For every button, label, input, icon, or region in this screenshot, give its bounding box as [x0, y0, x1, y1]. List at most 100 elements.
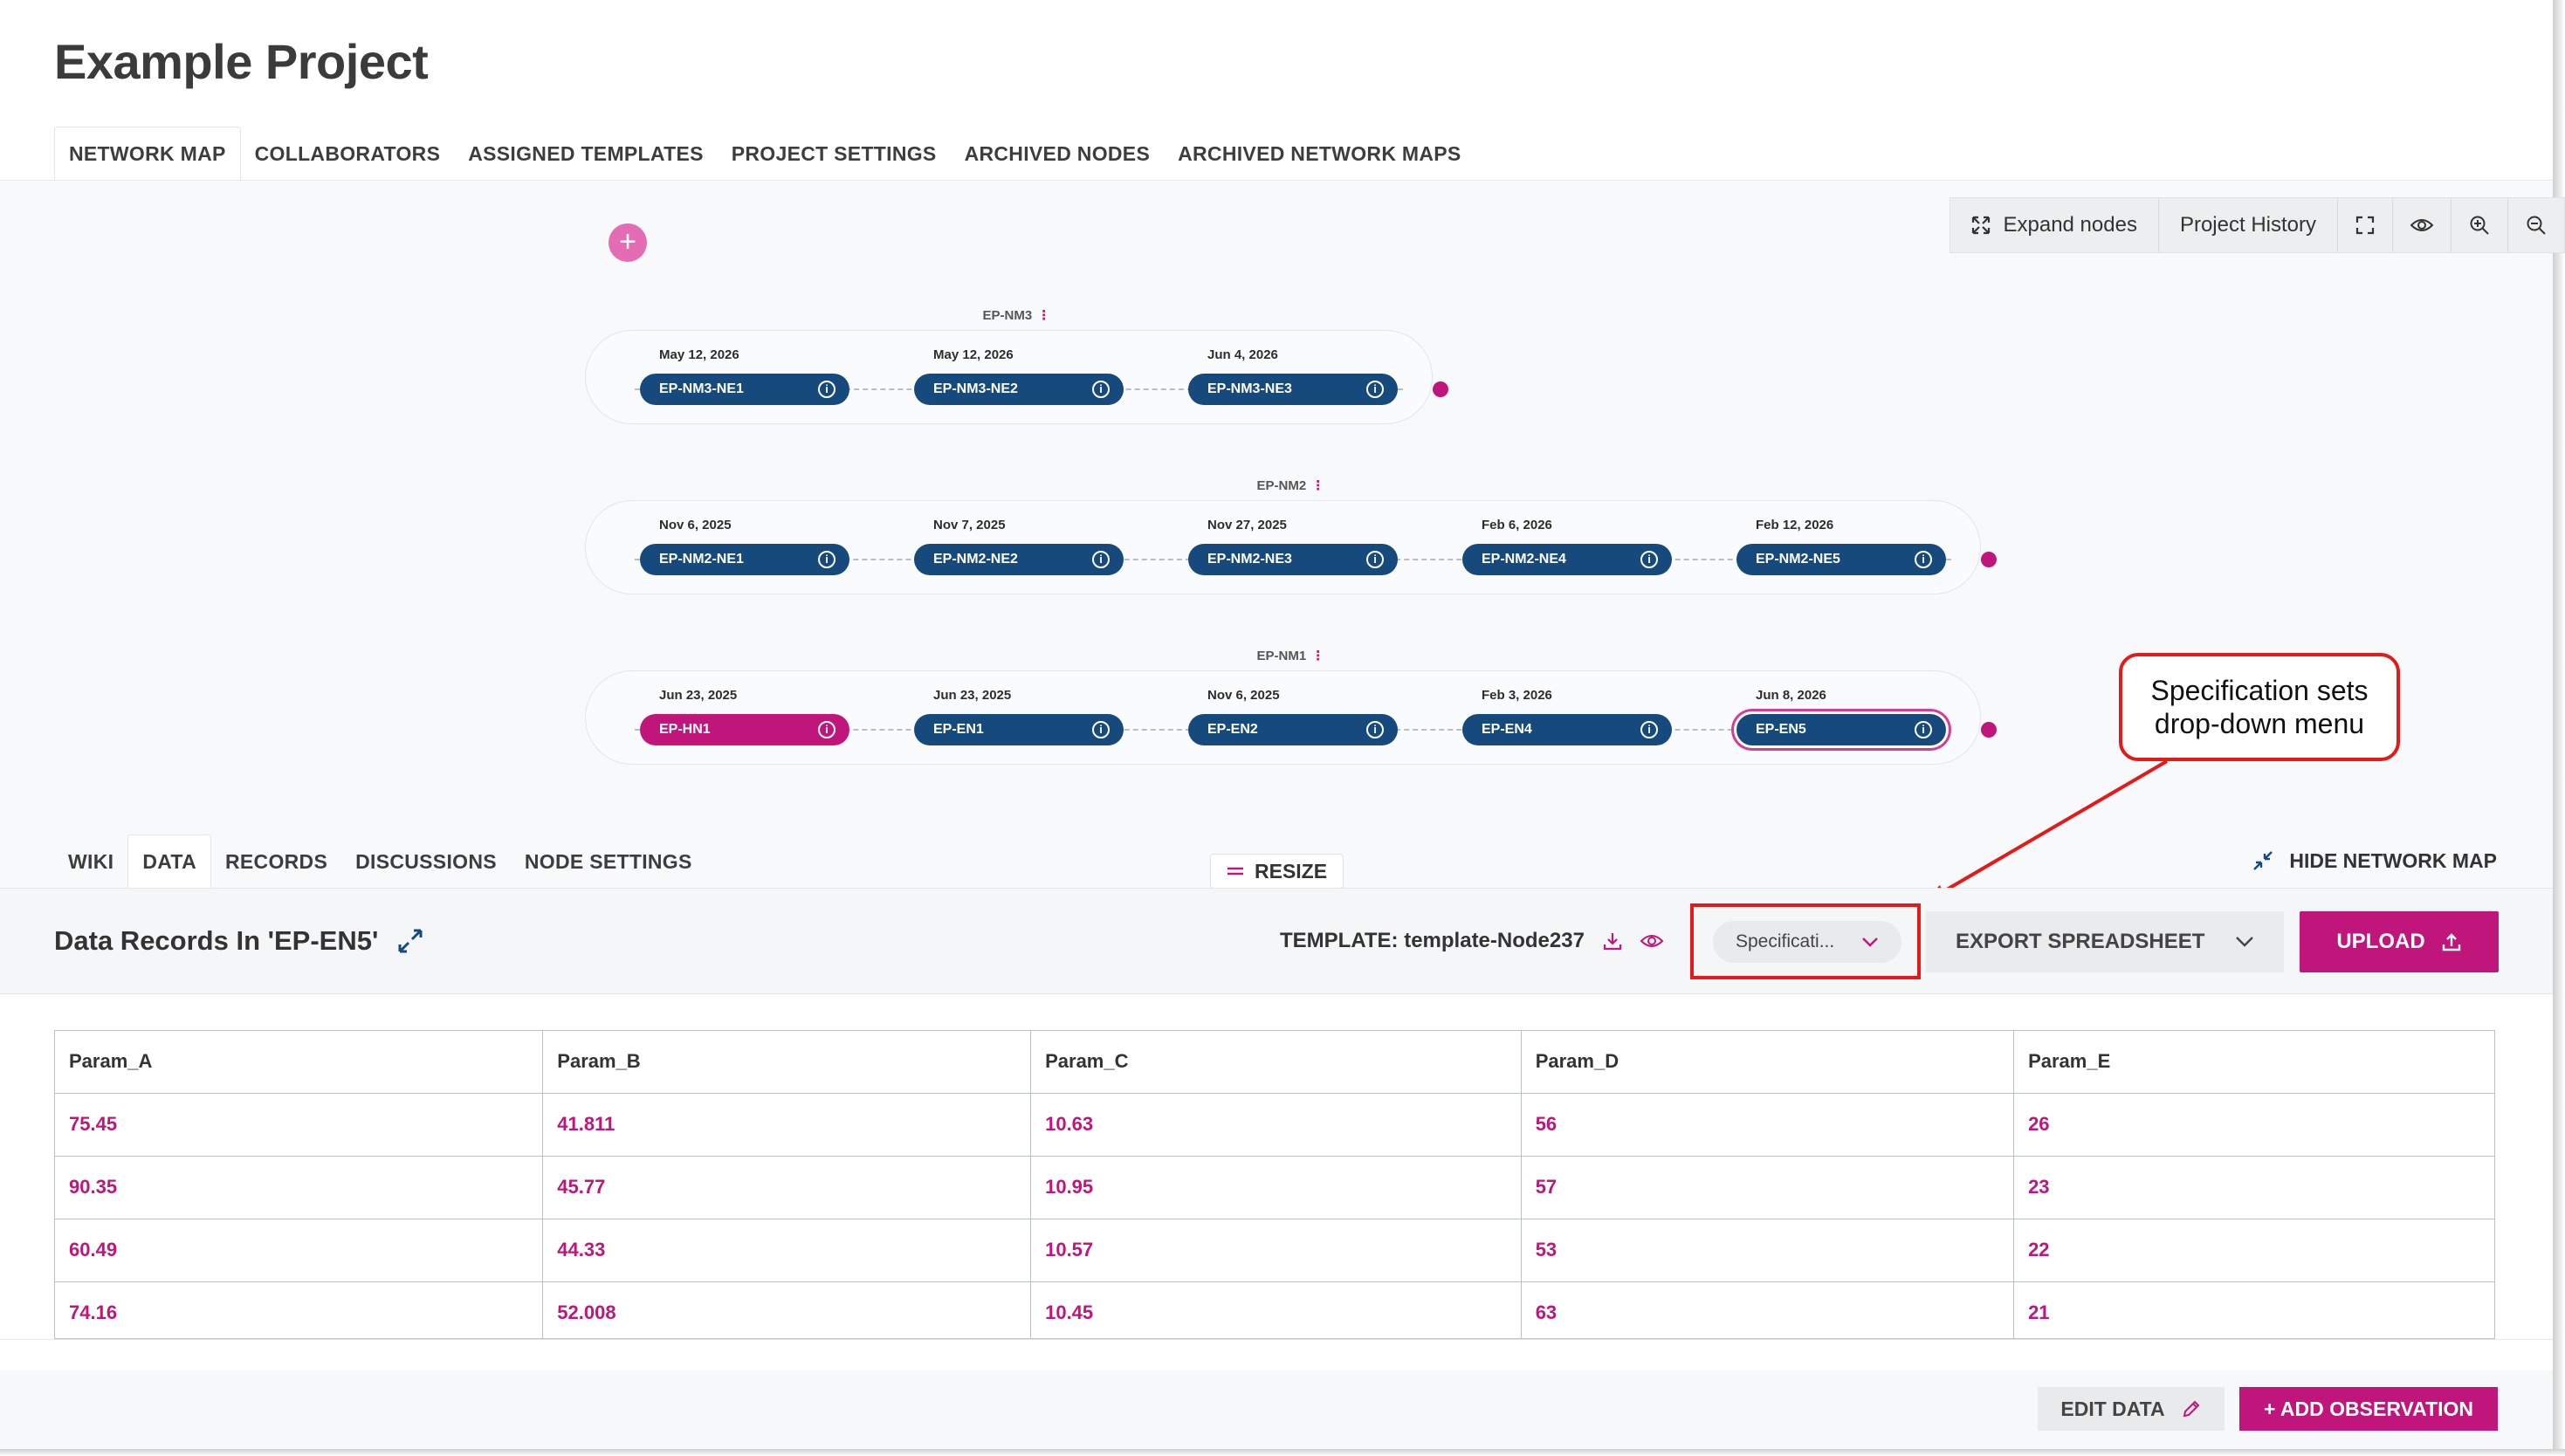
node-date: May 12, 2026: [933, 347, 1014, 362]
zoom-out-button[interactable]: [2508, 198, 2564, 252]
table-cell[interactable]: 90.35: [55, 1156, 544, 1219]
expand-icon: [1972, 216, 1991, 235]
zoom-in-button[interactable]: [2452, 198, 2508, 252]
info-icon[interactable]: i: [1915, 551, 1932, 568]
node-ep-en1[interactable]: EP-EN1 i: [914, 714, 1124, 745]
network-map-end-dot[interactable]: [1433, 381, 1448, 397]
info-icon[interactable]: i: [1366, 551, 1384, 568]
upload-button[interactable]: UPLOAD: [2300, 911, 2499, 972]
table-cell[interactable]: 63: [1521, 1281, 2015, 1338]
info-icon[interactable]: i: [818, 721, 836, 738]
table-cell[interactable]: 53: [1521, 1219, 2015, 1282]
tab-records[interactable]: RECORDS: [211, 834, 341, 889]
tab-node-settings[interactable]: NODE SETTINGS: [511, 834, 706, 889]
table-cell[interactable]: 10.63: [1030, 1093, 1522, 1157]
table-cell[interactable]: 21: [2013, 1281, 2494, 1338]
network-map-label[interactable]: EP-NM1 ⋮: [1257, 648, 1325, 663]
expand-icon[interactable]: [397, 928, 423, 954]
node-name: EP-EN4: [1482, 722, 1532, 737]
node-ep-en4[interactable]: EP-EN4 i: [1462, 714, 1672, 745]
add-observation-button[interactable]: + ADD OBSERVATION: [2239, 1387, 2498, 1431]
node-name: EP-NM3-NE2: [933, 381, 1018, 396]
table-cell[interactable]: 41.811: [542, 1093, 1032, 1157]
tab-project-settings[interactable]: PROJECT SETTINGS: [718, 127, 951, 181]
column-header[interactable]: Param_C: [1030, 1031, 1522, 1094]
download-icon[interactable]: [1602, 931, 1623, 951]
node-ep-nm3-ne3[interactable]: EP-NM3-NE3 i: [1188, 374, 1398, 405]
node-ep-hn1[interactable]: EP-HN1 i: [640, 714, 849, 745]
export-spreadsheet-button[interactable]: EXPORT SPREADSHEET: [1926, 911, 2284, 972]
project-history-button[interactable]: Project History: [2159, 198, 2338, 252]
info-icon[interactable]: i: [1915, 721, 1932, 738]
node-ep-nm2-ne5[interactable]: EP-NM2-NE5 i: [1736, 544, 1946, 575]
table-cell[interactable]: 56: [1521, 1093, 2015, 1157]
tab-assigned-templates[interactable]: ASSIGNED TEMPLATES: [454, 127, 718, 181]
info-icon[interactable]: i: [818, 381, 836, 398]
tab-collaborators[interactable]: COLLABORATORS: [241, 127, 455, 181]
expand-nodes-button[interactable]: Expand nodes: [1950, 198, 2159, 252]
node-tabs: WIKI DATA RECORDS DISCUSSIONS NODE SETTI…: [54, 834, 706, 889]
node-ep-nm2-ne4[interactable]: EP-NM2-NE4 i: [1462, 544, 1672, 575]
table-row[interactable]: 75.45 41.811 10.63 56 26: [55, 1093, 2494, 1157]
table-cell[interactable]: 44.33: [542, 1219, 1032, 1282]
node-ep-nm3-ne1[interactable]: EP-NM3-NE1 i: [640, 374, 849, 405]
table-row[interactable]: 60.49 44.33 10.57 53 22: [55, 1219, 2494, 1282]
info-icon[interactable]: i: [1640, 721, 1658, 738]
pencil-icon: [2183, 1400, 2200, 1418]
node-ep-nm3-ne2[interactable]: EP-NM3-NE2 i: [914, 374, 1124, 405]
table-cell[interactable]: 23: [2013, 1156, 2494, 1219]
info-icon[interactable]: i: [1640, 551, 1658, 568]
node-ep-nm2-ne2[interactable]: EP-NM2-NE2 i: [914, 544, 1124, 575]
table-cell[interactable]: 60.49: [55, 1219, 544, 1282]
more-options-icon[interactable]: ⋮: [1037, 308, 1050, 323]
tab-network-map[interactable]: NETWORK MAP: [54, 127, 241, 181]
table-cell[interactable]: 74.16: [55, 1281, 544, 1338]
network-map-end-dot[interactable]: [1981, 552, 1997, 567]
column-header[interactable]: Param_D: [1521, 1031, 2015, 1094]
node-ep-nm2-ne1[interactable]: EP-NM2-NE1 i: [640, 544, 849, 575]
column-header[interactable]: Param_A: [55, 1031, 544, 1094]
table-cell[interactable]: 22: [2013, 1219, 2494, 1282]
more-options-icon[interactable]: ⋮: [1311, 478, 1324, 493]
table-cell[interactable]: 26: [2013, 1093, 2494, 1157]
add-network-map-button[interactable]: +: [609, 223, 647, 262]
tab-archived-network-maps[interactable]: ARCHIVED NETWORK MAPS: [1164, 127, 1475, 181]
table-cell[interactable]: 10.57: [1030, 1219, 1522, 1282]
table-cell[interactable]: 10.45: [1030, 1281, 1522, 1338]
network-map-end-dot[interactable]: [1981, 722, 1997, 738]
network-map-label[interactable]: EP-NM2 ⋮: [1257, 477, 1325, 493]
resize-label: RESIZE: [1255, 859, 1328, 883]
resize-button[interactable]: RESIZE: [1210, 854, 1344, 889]
table-row[interactable]: 74.16 52.008 10.45 63 21: [55, 1281, 2494, 1338]
node-ep-nm2-ne3[interactable]: EP-NM2-NE3 i: [1188, 544, 1398, 575]
hide-network-map-button[interactable]: HIDE NETWORK MAP: [2252, 843, 2497, 878]
table-cell[interactable]: 52.008: [542, 1281, 1032, 1338]
info-icon[interactable]: i: [818, 551, 836, 568]
visibility-button[interactable]: [2393, 198, 2452, 252]
table-cell[interactable]: 75.45: [55, 1093, 544, 1157]
table-cell[interactable]: 45.77: [542, 1156, 1032, 1219]
specification-sets-dropdown[interactable]: Specificati...: [1713, 921, 1901, 963]
tab-data[interactable]: DATA: [127, 834, 211, 889]
edit-data-button[interactable]: EDIT DATA: [2038, 1387, 2225, 1431]
fullscreen-button[interactable]: [2338, 198, 2393, 252]
table-cell[interactable]: 10.95: [1030, 1156, 1522, 1219]
column-header[interactable]: Param_B: [542, 1031, 1032, 1094]
node-name: EP-EN1: [933, 722, 984, 737]
table-row[interactable]: 90.35 45.77 10.95 57 23: [55, 1156, 2494, 1219]
info-icon[interactable]: i: [1366, 381, 1384, 398]
tab-wiki[interactable]: WIKI: [54, 834, 127, 889]
eye-icon[interactable]: [1640, 932, 1663, 950]
more-options-icon[interactable]: ⋮: [1311, 649, 1324, 663]
info-icon[interactable]: i: [1092, 381, 1110, 398]
table-cell[interactable]: 57: [1521, 1156, 2015, 1219]
node-ep-en2[interactable]: EP-EN2 i: [1188, 714, 1398, 745]
network-map-label[interactable]: EP-NM3 ⋮: [983, 307, 1051, 323]
tab-discussions[interactable]: DISCUSSIONS: [341, 834, 511, 889]
info-icon[interactable]: i: [1092, 551, 1110, 568]
column-header[interactable]: Param_E: [2013, 1031, 2494, 1094]
tab-archived-nodes[interactable]: ARCHIVED NODES: [951, 127, 1165, 181]
node-ep-en5[interactable]: EP-EN5 i: [1734, 711, 1949, 748]
info-icon[interactable]: i: [1092, 721, 1110, 738]
info-icon[interactable]: i: [1366, 721, 1384, 738]
